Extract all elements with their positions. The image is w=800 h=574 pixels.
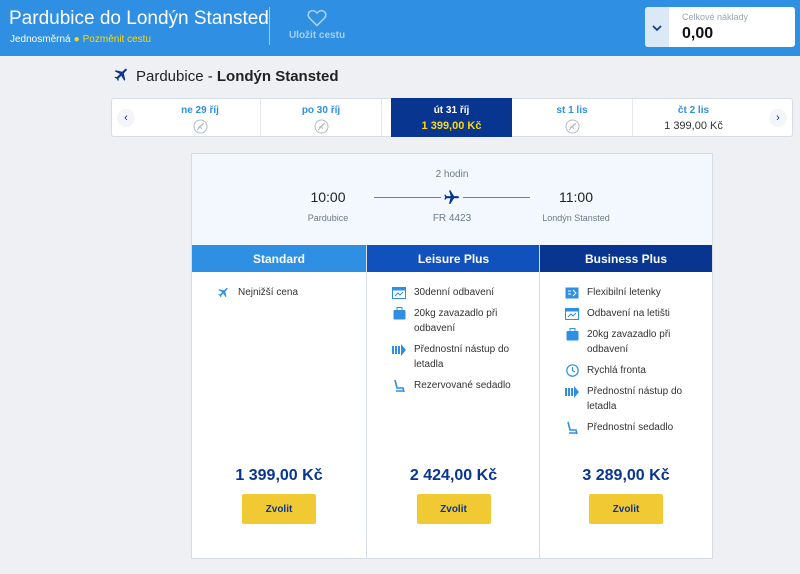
heart-icon bbox=[278, 9, 356, 27]
chevron-down-icon bbox=[652, 18, 662, 36]
fare-name: Business Plus bbox=[540, 245, 712, 272]
feature-text: 20kg zavazadlo při odbavení bbox=[587, 329, 671, 355]
feature-item: Přednostní sedadlo bbox=[564, 420, 712, 435]
choose-business-plus-button[interactable]: Zvolit bbox=[589, 494, 663, 524]
cost-toggle[interactable] bbox=[645, 7, 669, 47]
feature-item: Nejnižší cena bbox=[215, 285, 366, 300]
date-label: út 31 říj bbox=[433, 105, 470, 116]
date-option-selected[interactable]: út 31 říj 1 399,00 Kč bbox=[391, 98, 512, 137]
fare-price: 1 399,00 Kč bbox=[235, 467, 323, 484]
feature-text: Přednostní nástup do letadla bbox=[414, 344, 510, 370]
fare-standard: Standard Nejnižší cena 1 399,00 Kč Zvoli… bbox=[192, 245, 366, 559]
no-flight-icon bbox=[314, 119, 329, 134]
arrival-city: Londýn Stansted bbox=[542, 213, 610, 223]
flight-info: 2 hodin 10:00 11:00 Pardubice FR 4423 Lo… bbox=[192, 154, 712, 245]
fare-price: 2 424,00 Kč bbox=[409, 467, 498, 484]
feature-text: Odbavení na letišti bbox=[587, 308, 670, 319]
airport-checkin-icon bbox=[564, 306, 580, 321]
top-bar: Pardubice do Londýn Stansted Jednosměrná… bbox=[0, 0, 800, 56]
feature-item: Přednostní nástup do letadla bbox=[391, 342, 540, 372]
feature-text: Přednostní nástup do letadla bbox=[587, 386, 683, 412]
date-option[interactable]: po 30 říj bbox=[261, 99, 382, 136]
trip-type: Jednosměrná bbox=[10, 34, 71, 45]
suitcase-icon bbox=[391, 306, 407, 321]
seat-icon bbox=[564, 420, 580, 435]
trip-meta: Jednosměrná ● Pozměnit cestu bbox=[10, 34, 151, 45]
next-dates-button[interactable]: › bbox=[764, 99, 792, 136]
plane-icon bbox=[113, 66, 136, 87]
feature-list: 30denní odbavení 20kg zavazadlo při odba… bbox=[367, 272, 540, 393]
fare-price: 3 289,00 Kč bbox=[582, 467, 670, 484]
date-carousel: ‹ ne 29 říj po 30 říj út 31 říj 1 399,00… bbox=[111, 98, 793, 137]
total-cost-value: 0,00 bbox=[682, 25, 714, 42]
route-separator: - bbox=[203, 68, 217, 85]
fare-name: Standard bbox=[192, 245, 366, 272]
plane-icon bbox=[443, 189, 460, 211]
date-label: čt 2 lis bbox=[677, 105, 710, 116]
date-price: 1 399,00 Kč bbox=[421, 120, 482, 132]
flexible-ticket-icon bbox=[564, 285, 580, 300]
flight-duration: 2 hodin bbox=[435, 169, 469, 180]
no-flight-icon bbox=[193, 119, 208, 134]
plane-icon bbox=[215, 285, 231, 300]
seat-icon bbox=[391, 378, 407, 393]
feature-text: 30denní odbavení bbox=[414, 287, 495, 298]
route-destination: Londýn Stansted bbox=[216, 68, 339, 85]
arrival-time: 11:00 bbox=[559, 189, 593, 205]
route-line bbox=[374, 197, 441, 198]
choose-leisure-plus-button[interactable]: Zvolit bbox=[416, 494, 491, 524]
feature-text: Nejnižší cena bbox=[238, 287, 299, 298]
total-cost-box: Celkové náklady 0,00 bbox=[645, 7, 795, 47]
departure-time: 10:00 bbox=[310, 189, 346, 205]
flight-number: FR 4423 bbox=[432, 213, 472, 224]
date-label: st 1 lis bbox=[556, 105, 588, 116]
fare-leisure-plus: Leisure Plus 30denní odbavení 20kg zavaz… bbox=[366, 245, 540, 559]
divider bbox=[269, 7, 270, 45]
feature-list: Flexibilní letenky Odbavení na letišti 2… bbox=[540, 272, 712, 435]
date-option[interactable]: st 1 lis bbox=[512, 99, 633, 136]
calendar-icon bbox=[391, 285, 407, 300]
fare-name: Leisure Plus bbox=[367, 245, 540, 272]
feature-text: Přednostní sedadlo bbox=[587, 422, 674, 433]
date-option[interactable]: čt 2 lis 1 399,00 Kč bbox=[633, 99, 754, 136]
flight-card: 2 hodin 10:00 11:00 Pardubice FR 4423 Lo… bbox=[191, 153, 713, 559]
date-option[interactable]: ne 29 říj bbox=[140, 99, 261, 136]
no-flight-icon bbox=[565, 119, 580, 134]
feature-text: Flexibilní letenky bbox=[587, 287, 661, 298]
fare-business-plus: Business Plus Flexibilní letenky Odbaven… bbox=[539, 245, 712, 559]
route-heading: Pardubice - Londýn Stansted bbox=[113, 66, 339, 87]
feature-text: Rychlá fronta bbox=[587, 365, 646, 376]
trip-title: Pardubice do Londýn Stansted bbox=[9, 8, 269, 29]
feature-item: 30denní odbavení bbox=[391, 285, 540, 300]
feature-item: Rezervované sedadlo bbox=[391, 378, 540, 393]
date-label: po 30 říj bbox=[301, 105, 341, 116]
feature-item: Přednostní nástup do letadla bbox=[564, 384, 712, 414]
route-line bbox=[463, 197, 530, 198]
date-label: ne 29 říj bbox=[181, 105, 219, 116]
priority-boarding-icon bbox=[564, 384, 580, 399]
route-origin: Pardubice bbox=[136, 68, 204, 85]
feature-item: 20kg zavazadlo při odbavení bbox=[391, 306, 540, 336]
choose-standard-button[interactable]: Zvolit bbox=[242, 494, 316, 524]
save-trip-label: Uložit cestu bbox=[288, 30, 346, 41]
feature-item: Odbavení na letišti bbox=[564, 306, 712, 321]
feature-item: Rychlá fronta bbox=[564, 363, 712, 378]
chevron-right-icon: › bbox=[769, 108, 787, 127]
feature-item: Flexibilní letenky bbox=[564, 285, 712, 300]
priority-boarding-icon bbox=[391, 342, 407, 357]
fast-track-clock-icon bbox=[564, 363, 580, 378]
feature-text: 20kg zavazadlo při odbavení bbox=[414, 308, 498, 334]
feature-text: Rezervované sedadlo bbox=[414, 380, 511, 391]
feature-list: Nejnižší cena bbox=[192, 272, 366, 300]
save-trip-button[interactable]: Uložit cestu bbox=[278, 9, 356, 41]
date-price: 1 399,00 Kč bbox=[664, 120, 723, 132]
feature-item: 20kg zavazadlo při odbavení bbox=[564, 327, 712, 357]
change-trip-link[interactable]: Pozměnit cestu bbox=[83, 34, 151, 45]
total-cost-label: Celkové náklady bbox=[682, 12, 749, 22]
suitcase-icon bbox=[564, 327, 580, 342]
prev-dates-button[interactable]: ‹ bbox=[112, 99, 140, 136]
chevron-left-icon: ‹ bbox=[117, 108, 135, 127]
bullet-icon: ● bbox=[73, 34, 80, 45]
